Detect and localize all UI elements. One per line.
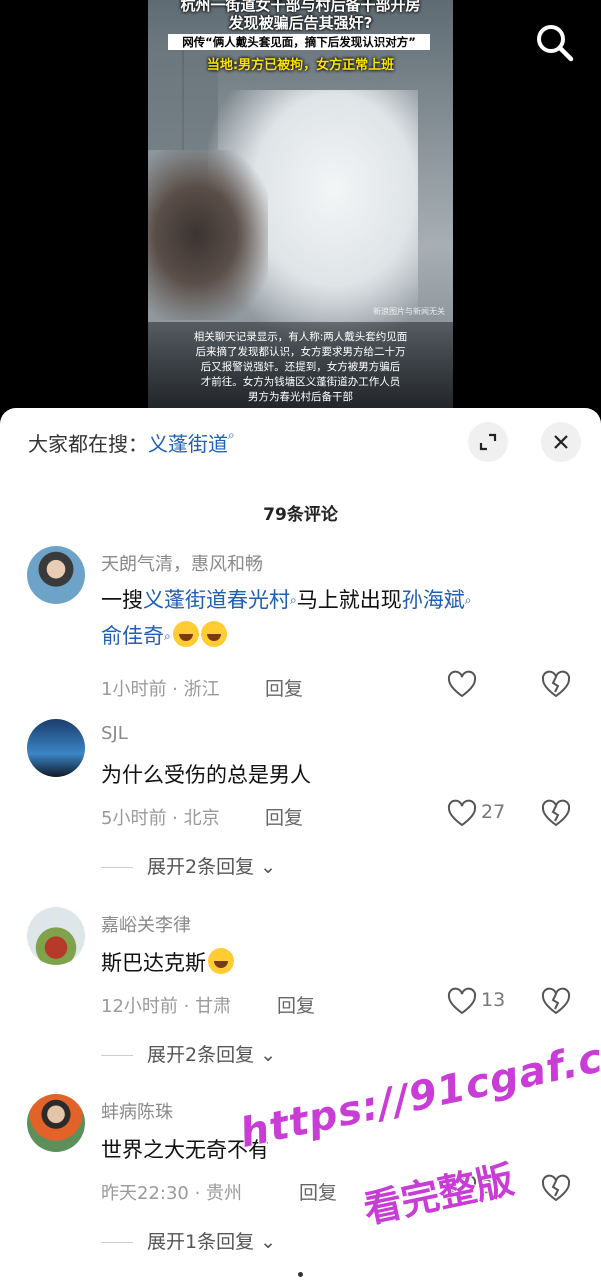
comment-time: 昨天22:30 · 贵州 [101, 1183, 243, 1204]
chevron-down-icon: ⌄ [254, 1231, 277, 1253]
close-icon [554, 435, 568, 449]
like-button[interactable]: 27 [447, 799, 507, 829]
expand-replies[interactable]: 展开2条回复 ⌄ [101, 852, 276, 879]
caption-line: 才前往。女方为钱塘区义蓬街道办工作人员 [200, 376, 401, 388]
broken-heart-icon [541, 1174, 571, 1202]
comment-keyword[interactable]: 孙海斌 [402, 588, 465, 612]
search-button[interactable] [534, 22, 574, 62]
reply-button[interactable]: 回复 [277, 991, 315, 1018]
like-count: 27 [481, 801, 506, 823]
search-mini-icon: ⌕ [464, 593, 472, 607]
laugh-cry-emoji-icon [200, 621, 227, 647]
reply-button[interactable]: 回复 [265, 803, 303, 830]
chevron-down-icon: ⌄ [254, 856, 277, 878]
broken-heart-icon [541, 670, 571, 698]
search-mini-icon: ⌕ [228, 428, 235, 442]
comment-username[interactable]: 天朗气清，惠风和畅 [101, 550, 263, 576]
broken-heart-icon [541, 987, 571, 1015]
home-indicator [298, 1272, 303, 1277]
video-player[interactable]: 杭州一街道女干部与村后备干部开房 发现被骗后告其强奸? 网传“俩人戴头套见面，摘… [148, 0, 453, 410]
caption-line: 男方为春光村后备干部 [248, 391, 353, 403]
video-figure-dark [148, 150, 268, 320]
dislike-button[interactable] [541, 799, 571, 829]
dislike-button[interactable] [541, 1174, 571, 1204]
video-caption: 相关聊天记录显示，有人称:两人戴头套约见面 后来摘了发现都认识，女方要求男方给二… [148, 322, 453, 410]
dislike-button[interactable] [541, 987, 571, 1017]
expand-replies-label: 展开2条回复 [147, 1044, 255, 1066]
comment-text-part: 斯巴达克斯 [101, 951, 206, 975]
heart-icon [447, 987, 477, 1015]
video-watermark: 新浪图片与新闻无关 [373, 307, 445, 316]
caption-line: 后又报警说强奸。还提到，女方被男方骗后 [200, 361, 401, 373]
search-mini-icon: ⌕ [290, 593, 297, 607]
reply-button[interactable]: 回复 [299, 1178, 337, 1205]
video-official-note: 当地:男方已被拘，女方正常上班 [206, 58, 395, 73]
heart-icon [447, 670, 477, 698]
like-count: 13 [481, 989, 506, 1011]
search-icon [537, 25, 574, 62]
like-button[interactable] [447, 670, 507, 700]
hot-search-prefix: 大家都在搜： [28, 432, 148, 456]
close-button[interactable] [541, 422, 581, 462]
comment-sheet: 大家都在搜：义蓬街道⌕ 79条评论 天朗气清，惠风和畅 一搜义蓬街道春光村⌕马上… [0, 408, 601, 1280]
comment-time: 12小时前 · 甘肃 [101, 996, 232, 1017]
caption-line: 相关聊天记录显示，有人称:两人戴头套约见面 [193, 331, 408, 343]
comment-text-part: 一搜 [101, 588, 143, 612]
comment-time: 1小时前 · 浙江 [101, 679, 220, 700]
expand-replies[interactable]: 展开1条回复 ⌄ [101, 1227, 276, 1254]
comment-keyword[interactable]: 义蓬街道春光村 [143, 588, 290, 612]
comment-text: 一搜义蓬街道春光村⌕马上就出现孙海斌⌕ 俞佳奇⌕ [101, 582, 571, 654]
expand-replies-label: 展开2条回复 [147, 856, 255, 878]
comment-username[interactable]: 嘉峪关李律 [101, 911, 191, 937]
comment-username[interactable]: SJL [101, 723, 128, 744]
search-mini-icon: ⌕ [164, 629, 171, 643]
video-title-line2: 发现被骗后告其强奸? [228, 14, 373, 32]
comment-text: 为什么受伤的总是男人 [101, 763, 311, 787]
expand-button[interactable] [468, 422, 508, 462]
comment-text-part: 马上就出现 [296, 588, 402, 612]
divider [101, 1242, 133, 1243]
comment-keyword[interactable]: 俞佳奇 [101, 624, 164, 648]
hot-search-keyword[interactable]: 义蓬街道 [148, 432, 228, 456]
like-button[interactable]: 13 [447, 987, 507, 1017]
divider [101, 867, 133, 868]
comment-count: 79条评论 [263, 505, 338, 525]
dislike-button[interactable] [541, 670, 571, 700]
video-rumor-box: 网传“俩人戴头套见面，摘下后发现认识对方” [168, 34, 430, 50]
comment-username[interactable]: 蚌病陈珠 [101, 1098, 173, 1124]
caption-line: 后来摘了发现都认识，女方要求男方给二十万 [195, 346, 406, 358]
comment-time: 5小时前 · 北京 [101, 808, 220, 829]
comment-text: 斯巴达克斯 [101, 945, 234, 981]
hot-search-bar[interactable]: 大家都在搜：义蓬街道⌕ [28, 428, 235, 457]
grin-emoji-icon [208, 948, 234, 974]
divider [101, 1055, 133, 1056]
expand-replies-label: 展开1条回复 [147, 1231, 255, 1253]
avatar[interactable] [27, 907, 85, 965]
expand-replies[interactable]: 展开2条回复 ⌄ [101, 1040, 276, 1067]
avatar[interactable] [27, 1094, 85, 1152]
broken-heart-icon [541, 799, 571, 827]
chevron-down-icon: ⌄ [254, 1044, 277, 1066]
laugh-cry-emoji-icon [172, 621, 199, 647]
video-title-line1: 杭州一街道女干部与村后备干部开房 [180, 0, 421, 14]
expand-icon [479, 433, 497, 451]
reply-button[interactable]: 回复 [265, 674, 303, 701]
avatar[interactable] [27, 719, 85, 777]
avatar[interactable] [27, 546, 85, 604]
heart-icon [447, 799, 477, 827]
